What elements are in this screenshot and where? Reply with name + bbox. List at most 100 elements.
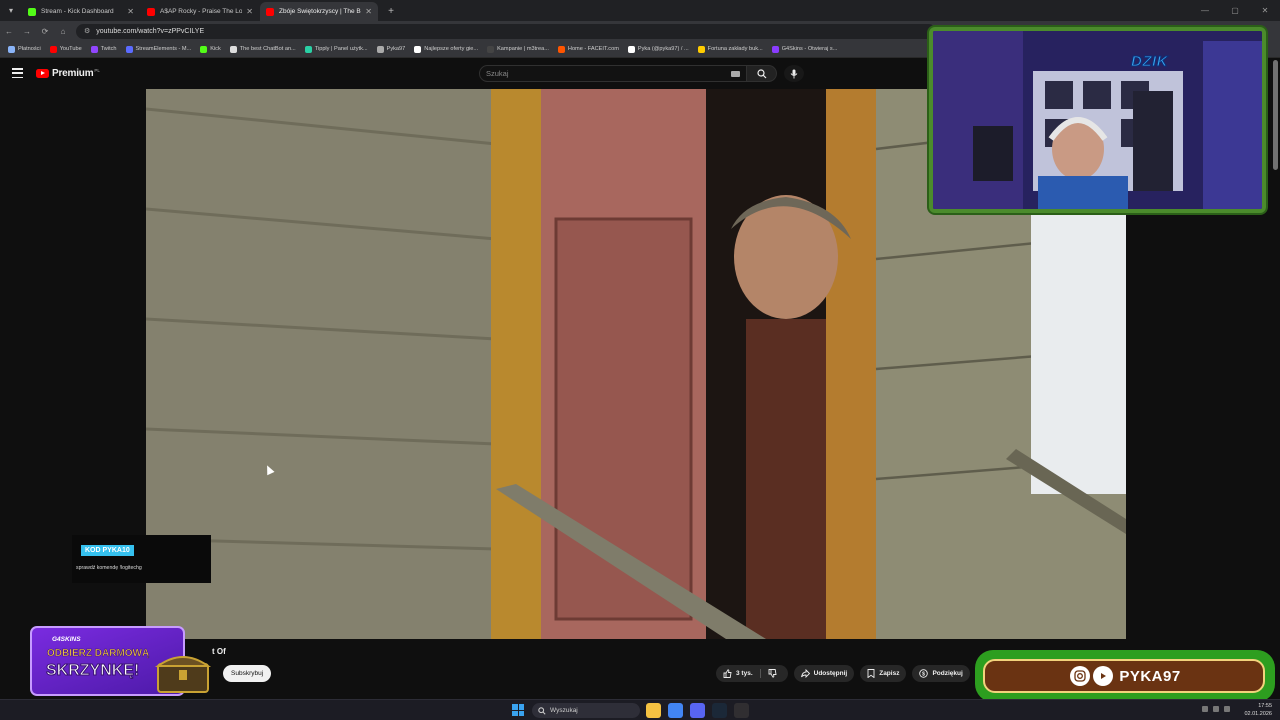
search-input[interactable]: Szukaj — [479, 65, 747, 82]
back-icon[interactable]: ← — [0, 22, 18, 40]
thumb-up-icon — [723, 669, 732, 678]
microphone-icon — [790, 69, 798, 78]
clock-date: 02.01.2026 — [1244, 711, 1272, 717]
clock[interactable]: 17:55 02.01.2026 — [1244, 702, 1272, 718]
tab-search-icon[interactable]: ▾ — [0, 0, 22, 21]
thanks-label: Podziękuj — [932, 670, 963, 677]
windows-taskbar: Wyszukaj 17:55 02.01.2026 — [0, 699, 1280, 720]
share-icon — [800, 669, 810, 678]
bookmark-favicon-icon — [697, 45, 705, 53]
bookmark-favicon-icon — [304, 45, 312, 53]
minimize-icon[interactable]: — — [1190, 0, 1220, 21]
bookmark-item[interactable]: Najlepsze oferty gie... — [414, 45, 478, 53]
bookmark-favicon-icon — [125, 45, 133, 53]
taskbar-search-label: Wyszukaj — [550, 707, 578, 714]
dislike-button[interactable] — [761, 665, 788, 682]
browser-tab[interactable]: Stream - Kick Dashboard ✕ — [22, 2, 140, 21]
voice-search-button[interactable] — [784, 65, 804, 82]
instagram-icon — [1070, 666, 1091, 686]
reload-icon[interactable]: ⟳ — [36, 22, 54, 40]
tab-title: A$AP Rocky - Praise The Lord (... — [160, 8, 243, 15]
bookmark-item[interactable]: Pyka97 — [376, 45, 405, 53]
steam-icon[interactable] — [712, 703, 727, 718]
close-window-icon[interactable]: ✕ — [1250, 0, 1280, 21]
home-icon[interactable]: ⌂ — [54, 22, 72, 40]
menu-icon[interactable] — [12, 68, 23, 78]
bookmark-item[interactable]: Kick — [200, 45, 221, 53]
social-badge-inner: PYKA97 — [983, 659, 1265, 693]
bookmark-favicon-icon — [557, 45, 565, 53]
tab-title: Zbóje Świętokrzyscy | The Best... — [279, 8, 361, 15]
taskbar-apps — [646, 703, 756, 718]
bookmark-item[interactable]: Tipply | Panel użytk... — [304, 45, 368, 53]
battery-icon[interactable] — [1224, 706, 1230, 712]
taskbar-search[interactable]: Wyszukaj — [532, 703, 640, 718]
discord-icon[interactable] — [690, 703, 705, 718]
bookmark-icon — [867, 669, 875, 678]
page-scrollbar[interactable] — [1273, 60, 1278, 170]
bookmark-item[interactable]: Twitch — [90, 45, 117, 53]
like-button[interactable]: 3 tys. — [716, 665, 760, 682]
obs-icon[interactable] — [734, 703, 749, 718]
bookmark-label: StreamElements - M... — [135, 46, 192, 52]
close-tab-icon[interactable]: ✕ — [365, 7, 372, 16]
search-icon — [538, 706, 546, 715]
webcam-image — [933, 31, 1262, 209]
sponsor-note: sprawdź komendę !logitechg — [76, 565, 142, 571]
keyboard-icon[interactable] — [731, 71, 740, 77]
clock-time: 17:55 — [1258, 703, 1272, 709]
youtube-favicon-icon — [266, 7, 274, 16]
share-button[interactable]: Udostępnij — [793, 665, 855, 682]
youtube-logo[interactable]: Premium PL — [36, 68, 100, 79]
save-label: Zapisz — [879, 670, 900, 677]
chrome-icon[interactable] — [668, 703, 683, 718]
bookmark-item[interactable]: G4Skins - Otwieraj s... — [771, 45, 838, 53]
bookmark-label: Fortuna zakłady buk... — [707, 46, 763, 52]
url-text: youtube.com/watch?v=zPPvCILYE — [96, 27, 205, 35]
subscribe-button[interactable]: Subskrybuj — [223, 665, 272, 682]
bookmark-item[interactable]: YouTube — [49, 45, 82, 53]
bookmark-item[interactable]: Płatności — [8, 45, 41, 53]
bookmark-favicon-icon — [414, 45, 422, 53]
close-tab-icon[interactable]: ✕ — [127, 7, 134, 16]
maximize-icon[interactable]: ▢ — [1220, 0, 1250, 21]
chest-icon — [154, 656, 212, 693]
bookmark-item[interactable]: Home - FACEIT.com — [557, 45, 619, 53]
system-tray — [1197, 706, 1230, 712]
share-label: Udostępnij — [813, 670, 848, 677]
bookmark-label: Tipply | Panel użytk... — [314, 46, 368, 52]
address-bar[interactable]: ⚙ youtube.com/watch?v=zPPvCILYE — [76, 23, 936, 39]
forward-icon[interactable]: → — [18, 22, 36, 40]
promo-brand: G4SKINS — [52, 636, 81, 643]
bookmark-item[interactable]: Pyka (@pyka97) / ... — [627, 45, 689, 53]
bookmark-label: G4Skins - Otwieraj s... — [781, 46, 838, 52]
bookmark-label: Płatności — [18, 46, 41, 52]
youtube-play-icon — [36, 69, 49, 78]
browser-tab[interactable]: A$AP Rocky - Praise The Lord (... ✕ — [141, 2, 259, 21]
bookmark-label: Pyka (@pyka97) / ... — [637, 46, 689, 52]
bookmark-item[interactable]: StreamElements - M... — [125, 45, 192, 53]
bookmark-favicon-icon — [8, 45, 15, 53]
volume-icon[interactable] — [1213, 706, 1219, 712]
bookmark-item[interactable]: Kampanie | m3trea... — [487, 45, 549, 53]
windows-start-icon[interactable] — [512, 704, 524, 716]
bookmark-item[interactable]: Fortuna zakłady buk... — [697, 45, 763, 53]
bookmark-favicon-icon — [229, 45, 237, 53]
site-info-icon[interactable]: ⚙ — [84, 27, 90, 35]
file-explorer-icon[interactable] — [646, 703, 661, 718]
save-button[interactable]: Zapisz — [860, 665, 907, 682]
thanks-button[interactable]: $ Podziękuj — [912, 665, 970, 682]
browser-tab-active[interactable]: Zbóje Świętokrzyscy | The Best... ✕ — [260, 2, 378, 21]
close-tab-icon[interactable]: ✕ — [246, 7, 253, 16]
video-actions: 3 tys. Udostępnij Zapisz $ Podziękuj — [716, 665, 976, 682]
social-handle: PYKA97 — [1119, 667, 1181, 685]
kick-favicon-icon — [28, 7, 36, 16]
bookmark-label: Kampanie | m3trea... — [497, 46, 549, 52]
logo-region: PL — [94, 67, 100, 73]
search-button[interactable] — [747, 65, 777, 82]
new-tab-icon[interactable]: + — [383, 3, 399, 19]
svg-text:$: $ — [923, 672, 926, 678]
network-icon[interactable] — [1202, 706, 1208, 712]
bookmark-item[interactable]: The best ChatBot an... — [229, 45, 296, 53]
search-icon — [756, 68, 766, 78]
